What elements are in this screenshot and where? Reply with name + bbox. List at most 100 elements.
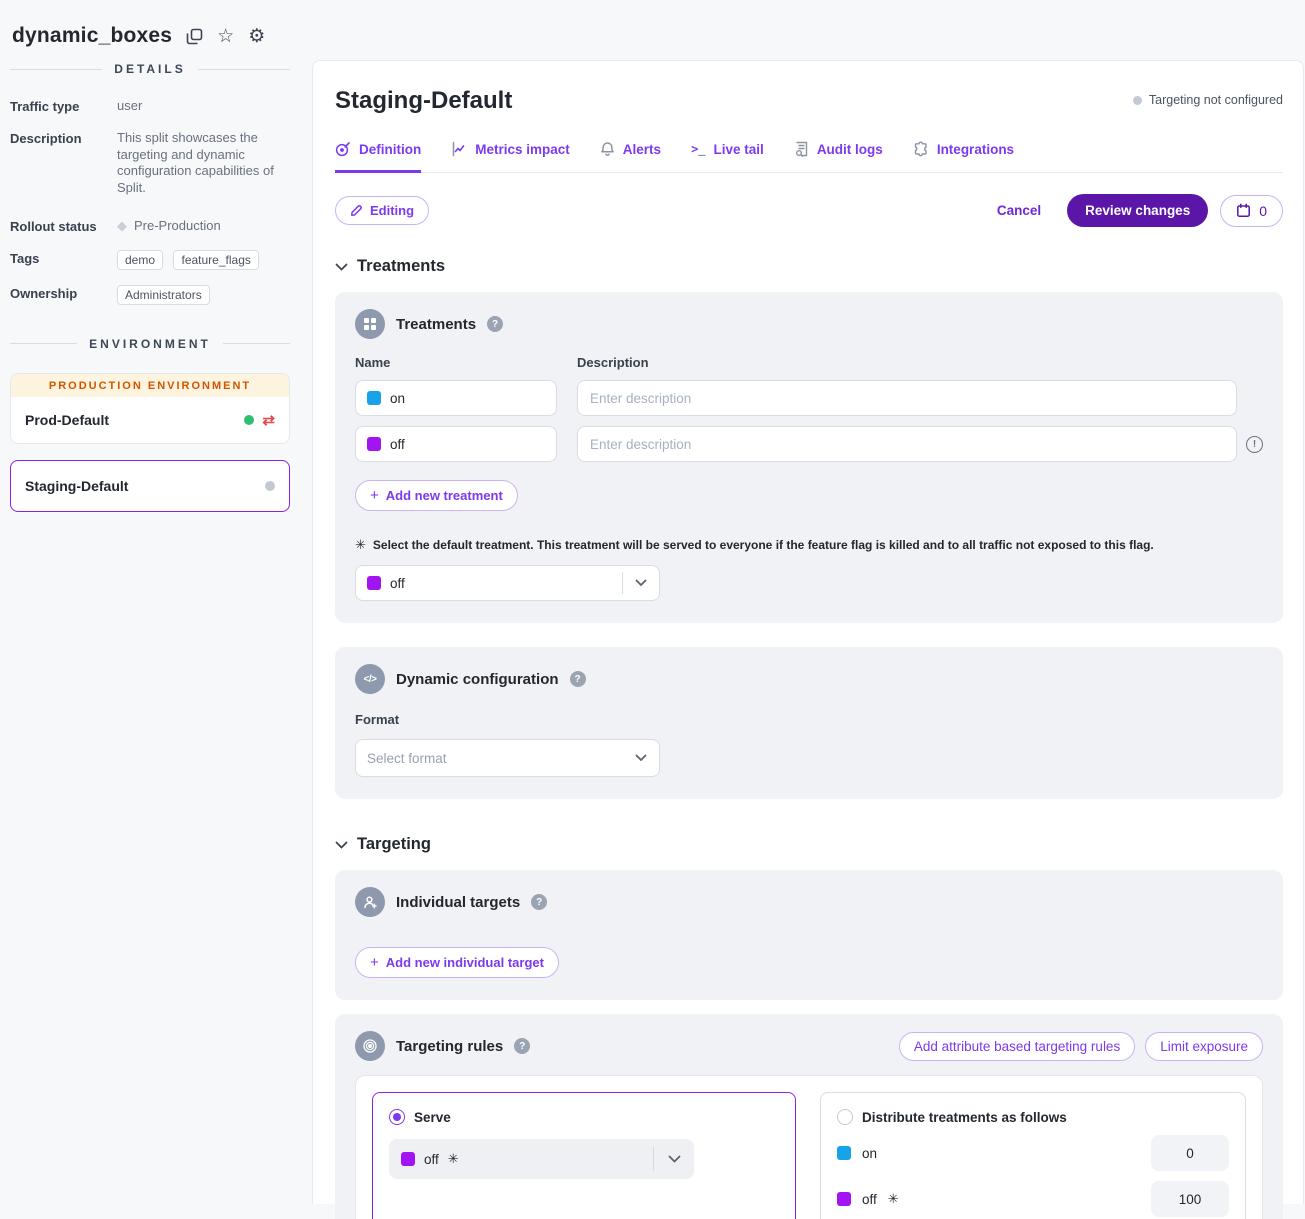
- prod-environment-row[interactable]: Prod-Default ⇄: [11, 397, 289, 443]
- serve-radio-row[interactable]: Serve: [389, 1109, 779, 1125]
- staging-environment-name: Staging-Default: [25, 478, 265, 494]
- treatment-color-swatch: [401, 1152, 415, 1166]
- treatment-color-swatch: [367, 391, 381, 405]
- environment-heading-label: ENVIRONMENT: [89, 337, 211, 351]
- treatments-icon: [355, 309, 385, 339]
- targeting-status: Targeting not configured: [1133, 93, 1283, 107]
- tab-definition[interactable]: Definition: [335, 141, 421, 173]
- format-select[interactable]: Select format: [355, 739, 660, 777]
- targeting-rules-help-icon[interactable]: ?: [514, 1038, 530, 1054]
- cancel-button[interactable]: Cancel: [997, 203, 1041, 218]
- rollout-status-value: ◆ Pre-Production: [117, 218, 221, 235]
- treatment-name-on: on: [390, 391, 405, 406]
- tag-chip[interactable]: feature_flags: [173, 250, 258, 270]
- treatment-name-field-off[interactable]: off: [355, 426, 557, 462]
- copy-icon[interactable]: [186, 28, 203, 45]
- metrics-impact-icon: [451, 141, 467, 157]
- tab-metrics-impact[interactable]: Metrics impact: [451, 141, 570, 173]
- chevron-down-icon: [335, 841, 348, 849]
- targeting-rules-header: Targeting rules ? Add attribute based ta…: [355, 1031, 1263, 1061]
- targeting-section-header[interactable]: Targeting: [335, 835, 1283, 854]
- prod-environment-name: Prod-Default: [25, 412, 244, 428]
- description-value: This split showcases the targeting and d…: [117, 130, 290, 198]
- add-attribute-rules-button[interactable]: Add attribute based targeting rules: [899, 1032, 1135, 1061]
- limit-exposure-button[interactable]: Limit exposure: [1145, 1032, 1263, 1061]
- treatments-column-headers: Name Description: [355, 355, 1263, 370]
- tags-label: Tags: [10, 250, 117, 270]
- panel-top: Staging-Default Targeting not configured: [335, 87, 1283, 115]
- serve-treatment-select[interactable]: off ✳: [389, 1139, 694, 1179]
- layout: DETAILS Traffic type user Description Th…: [0, 60, 1305, 1204]
- individual-targets-help-icon[interactable]: ?: [531, 894, 547, 910]
- treatment-row-off: off !: [355, 426, 1263, 462]
- treatments-section-header[interactable]: Treatments: [335, 257, 1283, 276]
- environment-card-staging[interactable]: Staging-Default: [10, 460, 290, 512]
- environment-heading: ENVIRONMENT: [10, 337, 290, 351]
- staging-environment-row[interactable]: Staging-Default: [11, 461, 289, 511]
- distribute-percent-input-off[interactable]: [1151, 1181, 1229, 1217]
- environment-card-prod[interactable]: PRODUCTION ENVIRONMENT Prod-Default ⇄: [10, 373, 290, 444]
- distribute-option-box[interactable]: Distribute treatments as follows on off: [820, 1092, 1246, 1219]
- distribute-radio[interactable]: [837, 1109, 853, 1125]
- tab-live-tail[interactable]: >_ Live tail: [691, 141, 764, 173]
- editing-button[interactable]: Editing: [335, 196, 429, 225]
- treatments-section-label: Treatments: [357, 257, 445, 276]
- format-select-placeholder: Select format: [367, 751, 623, 766]
- treatment-description-input-off[interactable]: [577, 426, 1237, 462]
- name-column-header: Name: [355, 355, 557, 370]
- targeting-section-label: Targeting: [357, 835, 431, 854]
- tab-live-tail-label: Live tail: [714, 142, 764, 157]
- individual-targets-title: Individual targets: [396, 894, 520, 911]
- ownership-label: Ownership: [10, 285, 117, 305]
- tab-bar: Definition Metrics impact: [335, 141, 1283, 173]
- chevron-down-icon: [654, 1155, 694, 1163]
- treatments-help-icon[interactable]: ?: [487, 316, 503, 332]
- individual-targets-header: Individual targets ?: [355, 887, 1263, 917]
- tag-chip[interactable]: demo: [117, 250, 163, 270]
- tab-alerts[interactable]: Alerts: [600, 141, 661, 173]
- default-asterisk-icon: ✳: [448, 1151, 459, 1167]
- serve-radio[interactable]: [389, 1109, 405, 1125]
- dynamic-configuration-header: </> Dynamic configuration ?: [355, 664, 1263, 694]
- page-title: dynamic_boxes: [12, 24, 172, 48]
- serve-option-box[interactable]: Serve off ✳: [372, 1092, 796, 1219]
- review-changes-button[interactable]: Review changes: [1067, 194, 1208, 227]
- star-icon[interactable]: ☆: [217, 27, 234, 46]
- plus-icon: +: [370, 954, 379, 971]
- treatment-name-field-on[interactable]: on: [355, 380, 557, 416]
- treatment-description-input-on[interactable]: [577, 380, 1237, 416]
- add-new-individual-target-button[interactable]: + Add new individual target: [355, 947, 559, 978]
- distribute-label: Distribute treatments as follows: [862, 1110, 1067, 1125]
- gear-icon[interactable]: ⚙: [248, 27, 265, 46]
- puzzle-icon: [913, 141, 929, 157]
- distribute-radio-row[interactable]: Distribute treatments as follows: [837, 1109, 1229, 1125]
- tab-integrations[interactable]: Integrations: [913, 141, 1014, 173]
- description-row: Description This split showcases the tar…: [10, 130, 290, 198]
- bullseye-icon: [355, 1031, 385, 1061]
- treatment-name-off: off: [390, 437, 405, 452]
- dynamic-configuration-help-icon[interactable]: ?: [570, 671, 586, 687]
- format-label: Format: [355, 712, 1263, 727]
- tab-audit-logs[interactable]: Audit logs: [794, 141, 883, 173]
- terminal-icon: >_: [691, 142, 705, 156]
- distribute-treatment-off: off: [862, 1192, 877, 1207]
- default-treatment-value: off: [390, 576, 405, 591]
- add-new-individual-target-label: Add new individual target: [386, 955, 544, 970]
- default-treatment-note: ✳ Select the default treatment. This tre…: [355, 537, 1263, 553]
- default-treatment-select[interactable]: off: [355, 565, 660, 601]
- targeting-rules-title: Targeting rules: [396, 1038, 503, 1055]
- add-user-icon: [355, 887, 385, 917]
- default-treatment-note-text: Select the default treatment. This treat…: [373, 538, 1154, 552]
- dynamic-configuration-title: Dynamic configuration: [396, 671, 559, 688]
- targeting-status-dot: [1133, 96, 1142, 105]
- owner-chip[interactable]: Administrators: [117, 285, 210, 305]
- traffic-type-value: user: [117, 98, 142, 115]
- distribute-percent-input-on[interactable]: [1151, 1135, 1229, 1171]
- prod-status-dot: [244, 415, 254, 425]
- add-new-treatment-button[interactable]: + Add new treatment: [355, 480, 518, 511]
- tags-row: Tags demo feature_flags: [10, 250, 290, 270]
- rollout-diamond-icon: ◆: [117, 218, 127, 235]
- distribute-row-on: on: [837, 1135, 1229, 1171]
- change-counter-pill[interactable]: 0: [1220, 195, 1283, 227]
- tab-integrations-label: Integrations: [937, 142, 1014, 157]
